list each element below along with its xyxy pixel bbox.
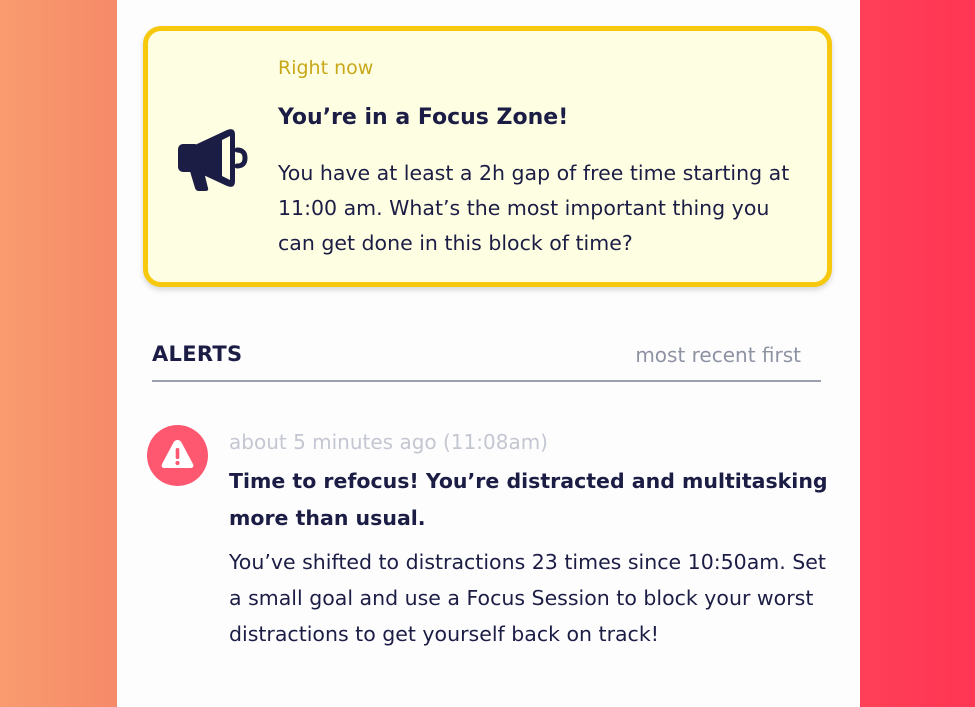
focus-card-kicker: Right now [278,57,374,79]
alerts-header: ALERTS most recent first [152,340,821,382]
background-left-gradient [0,0,117,707]
focus-zone-card: Right now You’re in a Focus Zone! You ha… [143,26,832,287]
alerts-heading: ALERTS [152,342,243,366]
warning-icon [161,440,194,468]
focus-card-title: You’re in a Focus Zone! [278,105,569,130]
main-panel: Right now You’re in a Focus Zone! You ha… [117,0,860,707]
alert-item[interactable]: about 5 minutes ago (11:08am) Time to re… [147,425,828,665]
megaphone-icon [175,124,251,192]
alert-timestamp: about 5 minutes ago (11:08am) [229,430,548,454]
alert-badge [147,425,208,486]
focus-card-body: You have at least a 2h gap of free time … [278,161,790,255]
alerts-sort-toggle[interactable]: most recent first [635,343,801,367]
alert-body: You’ve shifted to distractions 23 times … [229,550,826,646]
background-right-gradient [860,0,975,707]
alert-title: Time to refocus! You’re distracted and m… [229,469,828,530]
